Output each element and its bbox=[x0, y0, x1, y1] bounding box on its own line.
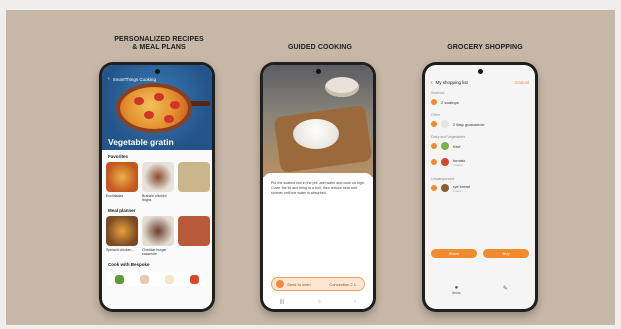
group-label: Dairy and Vegetables bbox=[431, 135, 466, 139]
gratin-pan bbox=[116, 83, 192, 133]
meat-icon[interactable] bbox=[140, 274, 149, 284]
phone-grocery-screen: ‹ My shopping list Cancel Seafood 2 scal… bbox=[425, 65, 535, 309]
group-label: Uncategorized bbox=[431, 177, 455, 181]
tomato-icon bbox=[441, 158, 449, 166]
favorite-card[interactable] bbox=[106, 162, 138, 192]
favorite-card[interactable] bbox=[178, 162, 210, 192]
item-name: 2 scallops bbox=[441, 99, 459, 105]
bottle-icon[interactable] bbox=[165, 274, 174, 284]
app-header: ‹ SmartThings Cooking bbox=[108, 75, 206, 83]
item-name: tomato bbox=[453, 157, 466, 163]
list-title: My shopping list bbox=[435, 79, 468, 85]
home-icon[interactable]: ○ bbox=[318, 299, 321, 305]
favorite-card[interactable] bbox=[142, 162, 174, 192]
phone-guided-cooking: Put the soaked rice in the pot, add wate… bbox=[260, 62, 376, 312]
checkbox-icon[interactable] bbox=[431, 143, 437, 149]
broccoli-icon[interactable] bbox=[115, 274, 124, 284]
hero-image: ‹ SmartThings Cooking Vegetable gratin bbox=[102, 65, 212, 150]
phone-grocery: ‹ My shopping list Cancel Seafood 2 scal… bbox=[422, 62, 538, 312]
phone-recipes-screen: ‹ SmartThings Cooking Vegetable gratin F… bbox=[102, 65, 212, 309]
item-name: 2 tbsp guacamole bbox=[453, 121, 485, 127]
send-label: Send to oven bbox=[287, 281, 311, 287]
nav-items[interactable]: ● Items bbox=[452, 285, 461, 295]
meal-card[interactable] bbox=[178, 216, 210, 246]
item-thumb bbox=[441, 120, 449, 128]
checkbox-icon[interactable] bbox=[431, 159, 437, 165]
bowl bbox=[325, 77, 359, 97]
item-note: 1 item bbox=[453, 188, 462, 193]
favorite-label: Braised chicken thighs bbox=[142, 194, 167, 202]
tomato-icon[interactable] bbox=[190, 274, 199, 284]
bread-icon bbox=[441, 184, 449, 192]
camera-hole bbox=[154, 69, 160, 74]
ingredient-strip bbox=[107, 272, 207, 286]
meal-card[interactable] bbox=[142, 216, 174, 246]
list-item[interactable]: 2 scallops bbox=[431, 96, 529, 108]
list-item[interactable]: Kiwi bbox=[431, 140, 529, 152]
back-icon[interactable]: ‹ bbox=[108, 76, 110, 82]
recents-icon[interactable]: ||| bbox=[280, 299, 284, 305]
caption-grocery-shopping: GROCERY SHOPPING bbox=[447, 44, 523, 51]
meal-card[interactable] bbox=[106, 216, 138, 246]
share-button[interactable]: Share bbox=[431, 249, 477, 258]
recipe-content: Favorites Enchiladas Braised chicken thi… bbox=[102, 150, 212, 309]
oven-icon bbox=[276, 280, 284, 288]
phone-recipes: ‹ SmartThings Cooking Vegetable gratin F… bbox=[99, 62, 215, 312]
rice-mound bbox=[293, 119, 339, 149]
list-item[interactable]: rye bread 1 item bbox=[431, 182, 529, 194]
meal-planner-title: Meal planner bbox=[108, 208, 136, 213]
camera-hole bbox=[477, 69, 483, 74]
cooking-photo bbox=[263, 65, 373, 177]
phone-guided-screen: Put the soaked rice in the pot, add wate… bbox=[263, 65, 373, 309]
buy-button[interactable]: Buy bbox=[483, 249, 529, 258]
bottom-nav: ● Items ✎ bbox=[431, 285, 529, 295]
back-icon[interactable]: ‹ bbox=[431, 80, 433, 85]
camera-hole bbox=[315, 69, 321, 74]
favorites-title: Favorites bbox=[108, 154, 129, 159]
checkbox-icon[interactable] bbox=[431, 121, 437, 127]
meal-label: Spinach chicken… bbox=[106, 248, 135, 252]
cancel-button[interactable]: Cancel bbox=[515, 80, 529, 85]
hero-title: Vegetable gratin bbox=[108, 137, 174, 147]
item-name: rye bread bbox=[453, 183, 470, 189]
step-instruction: Put the soaked rice in the pot, add wate… bbox=[271, 181, 365, 195]
item-note: 3 items bbox=[453, 162, 463, 167]
list-header: ‹ My shopping list Cancel bbox=[431, 77, 529, 87]
meal-label: Cheddar burger casserole bbox=[142, 248, 167, 256]
checkbox-icon[interactable] bbox=[431, 185, 437, 191]
favorite-label: Enchiladas bbox=[106, 194, 124, 198]
nav-edit[interactable]: ✎ bbox=[503, 285, 508, 295]
send-to-oven-button[interactable]: Send to oven Convection 2 1… bbox=[271, 277, 365, 291]
back-nav-icon[interactable]: ‹ bbox=[354, 299, 356, 305]
group-label: Seafood bbox=[431, 91, 445, 95]
system-nav: ||| ○ ‹ bbox=[263, 299, 373, 305]
caption-recipes: PERSONALIZED RECIPES & MEAL PLANS bbox=[114, 36, 204, 51]
group-label: Other bbox=[431, 113, 440, 117]
step-sheet: Put the soaked rice in the pot, add wate… bbox=[263, 173, 373, 309]
item-name: Kiwi bbox=[453, 143, 461, 149]
list-item[interactable]: 2 tbsp guacamole bbox=[431, 118, 529, 130]
caption-guided-cooking: GUIDED COOKING bbox=[287, 44, 352, 51]
kiwi-icon bbox=[441, 142, 449, 150]
app-title: SmartThings Cooking bbox=[112, 76, 156, 82]
cook-with-title: Cook with Bespoke bbox=[108, 262, 150, 267]
send-value: Convection 2 1… bbox=[329, 281, 360, 287]
checkbox-icon[interactable] bbox=[431, 99, 437, 105]
pencil-icon: ✎ bbox=[502, 286, 508, 292]
list-item[interactable]: tomato 3 items bbox=[431, 156, 529, 168]
